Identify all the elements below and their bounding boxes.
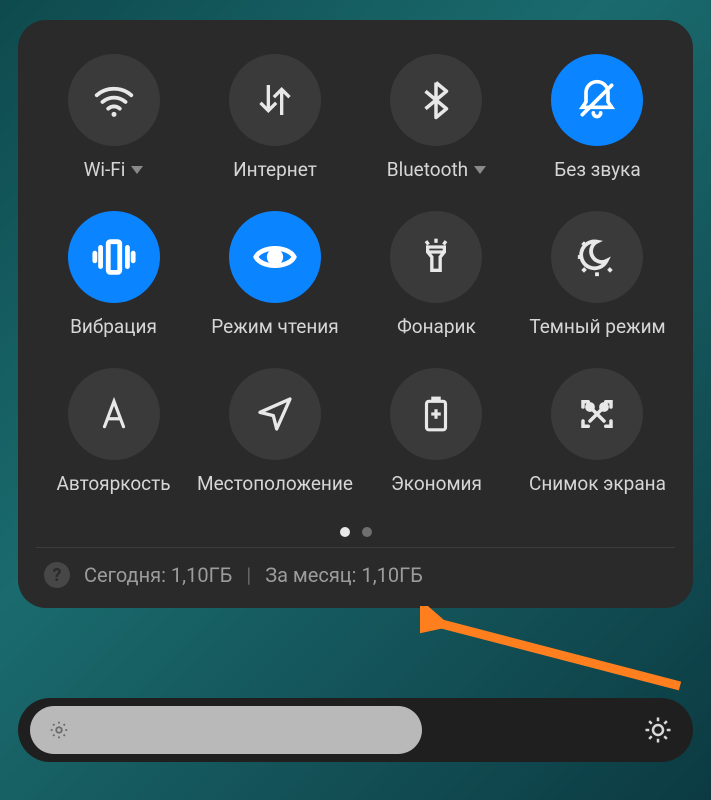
tile-vibration[interactable]: Вибрация [36, 205, 191, 352]
tile-location[interactable]: Местоположение [197, 362, 353, 509]
location-icon[interactable] [229, 368, 321, 460]
tile-reading[interactable]: Режим чтения [197, 205, 353, 352]
tile-label: Экономия [391, 472, 482, 495]
data-usage-bar[interactable]: ? Сегодня: 1,10ГБ | За месяц: 1,10ГБ [36, 547, 675, 592]
tile-auto-bright[interactable]: Автояркость [36, 362, 191, 509]
page-dot[interactable] [340, 527, 350, 537]
tile-label: Bluetooth [387, 158, 468, 181]
annotation-arrow [420, 606, 690, 696]
usage-today: Сегодня: 1,10ГБ [84, 563, 232, 587]
tile-label: Вибрация [70, 315, 157, 338]
usage-month: За месяц: 1,10ГБ [265, 563, 423, 587]
tile-label: Темный режим [529, 315, 665, 338]
bluetooth-icon[interactable] [390, 54, 482, 146]
tile-mute[interactable]: Без звука [520, 48, 675, 195]
tile-screenshot[interactable]: Снимок экрана [520, 362, 675, 509]
quick-settings-grid: Wi-Fi Интернет Bluetooth Без звука Вибрация Р… [36, 48, 675, 509]
tile-dark-mode[interactable]: Темный режим [520, 205, 675, 352]
page-dot[interactable] [362, 527, 372, 537]
chevron-down-icon[interactable] [131, 166, 143, 174]
screenshot-icon[interactable] [551, 368, 643, 460]
tile-label: Без звука [554, 158, 640, 181]
reading-icon[interactable] [229, 211, 321, 303]
brightness-slider[interactable] [18, 698, 693, 762]
help-icon[interactable]: ? [44, 562, 70, 588]
tile-internet[interactable]: Интернет [197, 48, 353, 195]
tile-label: Фонарик [397, 315, 476, 338]
auto-bright-icon[interactable] [68, 368, 160, 460]
tile-wifi[interactable]: Wi-Fi [36, 48, 191, 195]
brightness-high-icon [643, 715, 673, 745]
tile-label: Автояркость [56, 472, 170, 495]
tile-label: Снимок экрана [529, 472, 666, 495]
wifi-icon[interactable] [68, 54, 160, 146]
tile-label: Режим чтения [211, 315, 338, 338]
brightness-track[interactable] [30, 706, 422, 754]
quick-settings-panel: Wi-Fi Интернет Bluetooth Без звука Вибрация Р… [18, 20, 693, 608]
usage-separator: | [246, 563, 251, 587]
battery-icon[interactable] [390, 368, 482, 460]
chevron-down-icon[interactable] [474, 166, 486, 174]
tile-flashlight[interactable]: Фонарик [359, 205, 514, 352]
tile-bluetooth[interactable]: Bluetooth [359, 48, 514, 195]
tile-label: Интернет [233, 158, 317, 181]
internet-icon[interactable] [229, 54, 321, 146]
flashlight-icon[interactable] [390, 211, 482, 303]
mute-icon[interactable] [551, 54, 643, 146]
tile-battery[interactable]: Экономия [359, 362, 514, 509]
tile-label: Местоположение [197, 472, 353, 495]
tile-label: Wi-Fi [84, 158, 126, 181]
page-indicator[interactable] [36, 527, 675, 537]
vibration-icon[interactable] [68, 211, 160, 303]
brightness-low-icon [48, 719, 70, 741]
dark-mode-icon[interactable] [551, 211, 643, 303]
